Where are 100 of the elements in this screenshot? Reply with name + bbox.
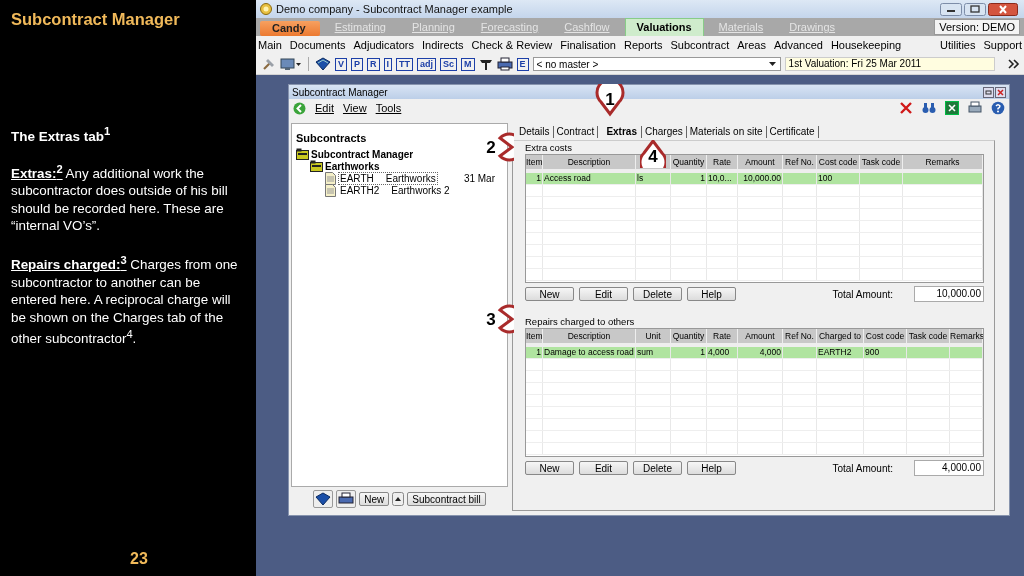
column-header[interactable]: Description xyxy=(542,329,636,345)
column-header[interactable]: Ref No. xyxy=(782,329,817,345)
total-field: 10,000.00 xyxy=(914,286,984,302)
close-icon xyxy=(988,2,1018,16)
column-header[interactable]: Ref No. xyxy=(782,155,817,171)
app-icon xyxy=(260,3,272,15)
window-title: Demo company - Subcontract Manager example xyxy=(276,3,513,15)
column-header[interactable]: Charged to xyxy=(816,329,864,345)
toolbar-button[interactable]: TT xyxy=(396,57,414,71)
date-label: 31 Mar xyxy=(463,172,495,184)
toolbar-button[interactable]: adj xyxy=(417,57,437,71)
tree-heading: Subcontracts xyxy=(296,132,368,144)
menu-item[interactable]: Subcontract xyxy=(670,39,730,51)
close-icon xyxy=(995,86,1006,98)
column-header[interactable]: Rate xyxy=(706,155,738,171)
toolbar-button[interactable]: P xyxy=(351,57,364,71)
action-button[interactable]: Edit xyxy=(579,461,628,475)
tab[interactable]: Extras xyxy=(598,125,642,138)
column-header[interactable]: Task code xyxy=(906,329,950,345)
column-header[interactable]: Description xyxy=(542,155,636,171)
binoculars-icon xyxy=(922,101,936,115)
column-header[interactable]: Amount xyxy=(737,155,783,171)
slide-title: Subcontract Manager xyxy=(11,10,181,29)
action-button[interactable]: Help xyxy=(687,287,736,301)
section-title: Extra costs xyxy=(525,143,572,153)
tab[interactable]: Materials on site xyxy=(686,125,767,138)
menu-item[interactable]: Finalisation xyxy=(560,39,616,51)
document-icon xyxy=(324,171,336,185)
action-button[interactable]: Edit xyxy=(579,287,628,301)
maximize-icon xyxy=(964,2,986,16)
menu-item[interactable]: Support xyxy=(983,39,1022,51)
tab[interactable]: Details xyxy=(516,125,554,138)
menu-item[interactable]: Tools xyxy=(375,102,402,114)
folder-icon xyxy=(296,148,309,160)
action-button[interactable]: Help xyxy=(687,461,736,475)
menu-item[interactable]: Check & Review xyxy=(471,39,553,51)
printer-icon xyxy=(968,101,982,115)
menu-item[interactable]: Main xyxy=(258,39,282,51)
total-label: Total Amount: xyxy=(832,288,893,300)
action-button[interactable]: Delete xyxy=(633,287,682,301)
tool-icon xyxy=(478,57,493,71)
tab[interactable]: Certificate xyxy=(766,125,819,138)
action-button[interactable]: New xyxy=(525,461,574,475)
menu-item[interactable]: Documents xyxy=(289,39,346,51)
toolbar-button[interactable]: I xyxy=(383,57,393,71)
column-header[interactable]: Amount xyxy=(737,329,783,345)
product-tab[interactable]: Candy xyxy=(260,21,320,36)
total-field: 4,000.00 xyxy=(914,460,984,476)
menu-item[interactable]: Advanced xyxy=(773,39,823,51)
action-button[interactable]: New xyxy=(525,287,574,301)
toolbar-button[interactable]: M xyxy=(461,57,475,71)
tab[interactable]: Charges xyxy=(641,125,687,138)
column-header[interactable]: Cost code xyxy=(816,155,860,171)
hammer-icon xyxy=(262,57,276,71)
menu-item[interactable]: Housekeeping xyxy=(830,39,902,51)
column-header[interactable]: Task code xyxy=(859,155,903,171)
column-header[interactable]: Item xyxy=(526,155,543,171)
column-header[interactable]: Unit xyxy=(635,329,671,345)
toolbar-button[interactable]: Sc xyxy=(440,57,458,71)
delete-icon xyxy=(899,101,913,115)
tree-item[interactable]: EARTH2 Earthworks 2 xyxy=(338,183,452,197)
column-header[interactable]: Cost code xyxy=(863,329,907,345)
menu-item[interactable]: Utilities xyxy=(940,39,976,51)
toolbar-button[interactable]: R xyxy=(367,57,380,71)
column-header[interactable]: Remarks xyxy=(902,155,983,171)
page-number: 23 xyxy=(130,550,149,568)
printer-icon xyxy=(496,57,513,71)
window-title: Subcontract Manager xyxy=(292,86,388,98)
toolbar-button[interactable]: V xyxy=(335,57,347,71)
column-header[interactable]: Item xyxy=(526,329,543,345)
menu-item[interactable]: View xyxy=(342,102,367,114)
menu-item[interactable]: Reports xyxy=(623,39,663,51)
new-button[interactable]: New xyxy=(359,492,390,506)
paragraph: Extras:$^{2}$ Any additional work the subcontractor does outside of his bill should be recorded here. These are “internal VO’s”. xyxy=(11,161,229,235)
column-header[interactable]: Quantity xyxy=(670,329,707,345)
menu-item[interactable]: Areas xyxy=(737,39,766,51)
section-title: Repairs charged to others xyxy=(525,317,635,327)
spreadsheet-icon xyxy=(945,101,959,115)
minimize-icon xyxy=(940,2,962,16)
master-dropdown[interactable]: < no master > xyxy=(532,57,781,71)
valuation-field[interactable]: 1st Valuation: Fri 25 Mar 2011 xyxy=(784,57,995,71)
tree-item[interactable]: Earthworks xyxy=(325,160,380,172)
column-header[interactable]: Quantity xyxy=(670,155,707,171)
menu-item[interactable]: Adjudicators xyxy=(353,39,415,51)
tree-item[interactable]: Subcontract Manager xyxy=(311,148,414,160)
module-tab[interactable]: Valuations xyxy=(624,18,704,36)
column-header[interactable]: Rate xyxy=(706,329,738,345)
caret-icon xyxy=(767,61,777,67)
toolbar-button[interactable]: E xyxy=(516,57,529,71)
chevron-icon xyxy=(1008,59,1020,69)
back-icon xyxy=(293,101,306,115)
subcontract-bill-button[interactable]: Subcontract bill xyxy=(407,492,486,506)
tree-item[interactable]: EARTH Earthworks xyxy=(338,171,438,185)
column-header[interactable]: Remarks xyxy=(949,329,983,345)
menu-item[interactable]: Edit xyxy=(315,102,334,114)
tab[interactable]: Contract xyxy=(553,125,599,138)
action-button[interactable]: Delete xyxy=(633,461,682,475)
total-label: Total Amount: xyxy=(832,462,893,474)
restore-icon xyxy=(983,86,994,98)
menu-item[interactable]: Indirects xyxy=(422,39,464,51)
